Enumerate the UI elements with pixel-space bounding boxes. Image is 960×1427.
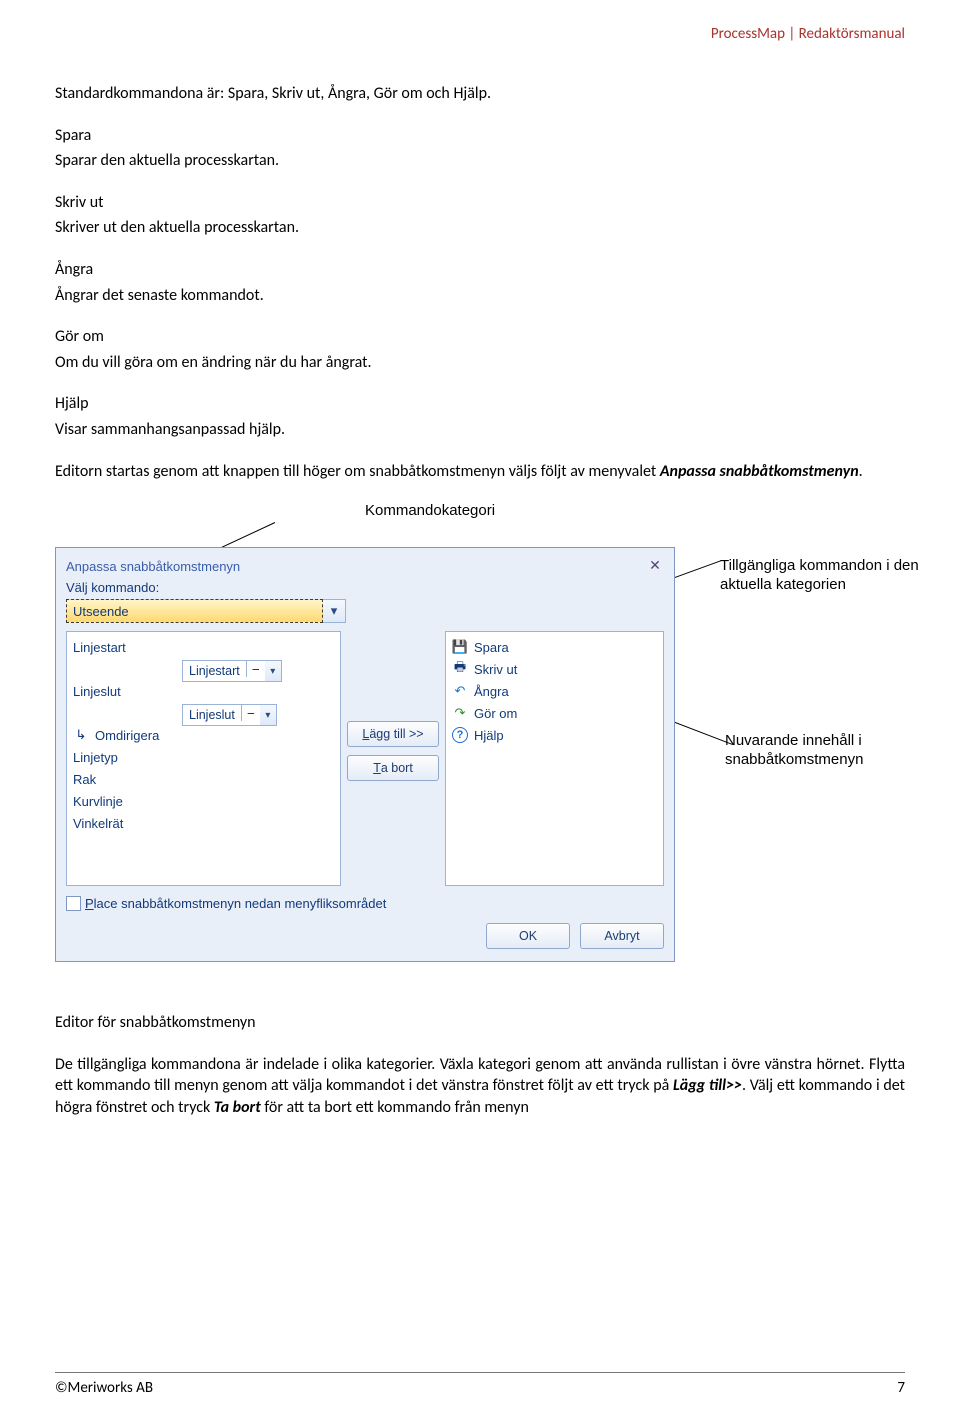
list-item: ↳Omdirigera	[73, 724, 334, 746]
editor-intro-t1: Editorn startas genom att knappen till h…	[55, 462, 660, 481]
cmd-spara-desc: Sparar den aktuella processkartan.	[55, 150, 905, 172]
list-item: Vinkelrät	[73, 812, 334, 834]
body-text: Standardkommandona är: Spara, Skriv ut, …	[55, 83, 905, 482]
line-end-icon: ⎯	[246, 661, 265, 677]
close-icon[interactable]: ✕	[646, 558, 664, 574]
available-commands-list[interactable]: Linjestart Linjeslut ↳Omdirigera Linjety…	[66, 631, 341, 886]
cmd-gorom-name: Gör om	[55, 326, 905, 348]
figure-stage: Kommandokategori Tillgängliga kommandon …	[55, 502, 905, 987]
sub-linjeslut-dropdown[interactable]: Linjeslut⎯▾	[182, 704, 277, 726]
category-selected: Utseende	[73, 604, 129, 619]
chevron-down-icon[interactable]: ▾	[265, 661, 281, 681]
editor-intro: Editorn startas genom att knappen till h…	[55, 461, 905, 483]
dialog-title: Anpassa snabbåtkomstmenyn	[66, 559, 240, 574]
cmd-hjalp-name: Hjälp	[55, 393, 905, 415]
help-icon: ?	[452, 727, 468, 743]
list-item: Rak	[73, 768, 334, 790]
cancel-button[interactable]: Avbryt	[580, 923, 664, 949]
para2-t3: för att ta bort ett kommando från menyn	[261, 1098, 529, 1117]
list-item: Linjetyp	[73, 746, 334, 768]
save-icon: 💾	[452, 639, 468, 655]
list-item: Linjeslut	[73, 680, 334, 702]
cmd-angra-name: Ångra	[55, 259, 905, 281]
customize-dialog: Anpassa snabbåtkomstmenyn ✕ Välj kommand…	[55, 547, 675, 962]
callout-current: Nuvarande innehåll i snabbåtkomstmenyn	[725, 732, 925, 770]
current-commands-list[interactable]: 💾Spara 🖶Skriv ut ↶Ångra ↷Gör om ?Hjälp	[445, 631, 664, 886]
chevron-down-icon[interactable]: ▾	[260, 705, 276, 725]
choose-command-label: Välj kommando:	[66, 580, 664, 595]
para2-em2: Ta bort	[214, 1098, 261, 1117]
intro-line: Standardkommandona är: Spara, Skriv ut, …	[55, 83, 905, 105]
cmd-hjalp-desc: Visar sammanhangsanpassad hjälp.	[55, 419, 905, 441]
editor-intro-t2: .	[859, 462, 863, 481]
cmd-skrivut-desc: Skriver ut den aktuella processkartan.	[55, 217, 905, 239]
list-item: 💾Spara	[452, 636, 657, 658]
print-icon: 🖶	[452, 661, 468, 677]
page-footer: ©Meriworks AB 7	[55, 1372, 905, 1397]
add-button[interactable]: LLägg till >>ägg till >>	[347, 721, 439, 747]
page-number: 7	[897, 1379, 905, 1397]
list-item: Kurvlinje	[73, 790, 334, 812]
place-below-label: Place snabbåtkomstmenyn nedan menyflikso…	[85, 896, 386, 911]
list-item: Linjestart	[73, 636, 334, 658]
place-below-checkbox[interactable]	[66, 896, 81, 911]
callout-category: Kommandokategori	[365, 502, 495, 521]
page-header: ProcessMap | Redaktörsmanual	[55, 25, 905, 43]
remove-button[interactable]: Ta bort	[347, 755, 439, 781]
list-item: ?Hjälp	[452, 724, 657, 746]
paragraph-2: De tillgängliga kommandona är indelade i…	[55, 1054, 905, 1119]
header-title: ProcessMap | Redaktörsmanual	[711, 25, 905, 43]
list-item: ↶Ångra	[452, 680, 657, 702]
cmd-spara-name: Spara	[55, 125, 905, 147]
editor-intro-em: Anpassa snabbåtkomstmenyn	[660, 462, 859, 481]
cmd-angra-desc: Ångrar det senaste kommandot.	[55, 285, 905, 307]
sub-linjestart-dropdown[interactable]: Linjestart⎯▾	[182, 660, 282, 682]
footer-copyright: ©Meriworks AB	[55, 1379, 153, 1397]
list-item: ↷Gör om	[452, 702, 657, 724]
line-end-icon: ⎯	[241, 705, 260, 721]
callout-available: Tillgängliga kommandon i den aktuella ka…	[720, 557, 930, 595]
figure-caption: Editor för snabbåtkomstmenyn	[55, 1012, 905, 1034]
list-item: 🖶Skriv ut	[452, 658, 657, 680]
undo-icon: ↶	[452, 683, 468, 699]
cmd-gorom-desc: Om du vill göra om en ändring när du har…	[55, 352, 905, 374]
redirect-icon: ↳	[73, 727, 89, 743]
category-dropdown[interactable]: Utseende ▾	[66, 599, 346, 623]
redo-icon: ↷	[452, 705, 468, 721]
para2-em1: Lägg till>>	[673, 1076, 742, 1095]
cmd-skrivut-name: Skriv ut	[55, 192, 905, 214]
ok-button[interactable]: OK	[486, 923, 570, 949]
chevron-down-icon[interactable]: ▾	[323, 599, 346, 623]
